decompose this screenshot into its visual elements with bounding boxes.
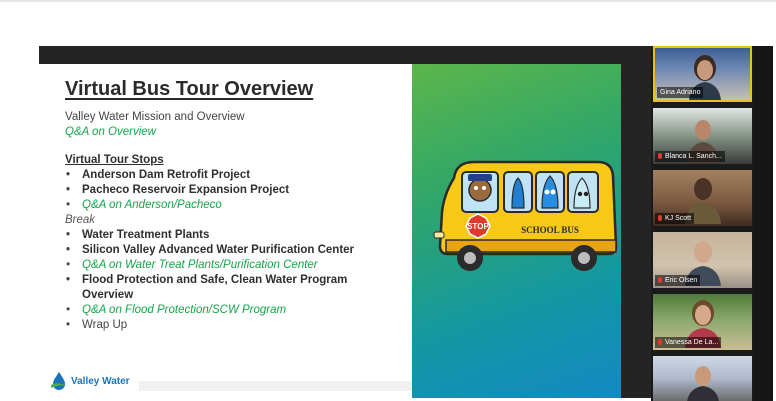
participant-name-label: Vanessa De La... <box>655 337 722 348</box>
participant-video-tile[interactable]: Gina Adriano <box>653 46 752 102</box>
participant-video-tile[interactable] <box>653 356 752 401</box>
slide-title: Virtual Bus Tour Overview <box>65 78 314 100</box>
participant-video-tile[interactable]: Blanca L. Sanch... <box>653 108 752 164</box>
participant-name-label: Eric Olsen <box>655 275 701 286</box>
agenda-list: Water Treatment Plants Silicon Valley Ad… <box>65 228 415 333</box>
list-item: Wrap Up <box>65 318 415 333</box>
agenda-stops-heading: Virtual Tour Stops <box>65 154 164 166</box>
window-top-border <box>0 0 776 2</box>
participant-gallery: Gina Adriano Blanca L. Sanch... KJ Scott… <box>651 46 773 401</box>
agenda-list: Anderson Dam Retrofit Project Pacheco Re… <box>65 168 415 213</box>
slide-illustration-panel: STOP SCHOOL BUS <box>412 64 621 398</box>
list-item: Silicon Valley Advanced Water Purificati… <box>65 243 415 258</box>
muted-mic-icon <box>658 277 662 283</box>
list-item: Water Treatment Plants <box>65 228 415 243</box>
gallery-scrollbar[interactable] <box>754 46 773 401</box>
participant-video-tile[interactable]: Eric Olsen <box>653 232 752 288</box>
participant-video-image <box>687 366 719 401</box>
stop-sign-text: STOP <box>467 222 489 231</box>
muted-mic-icon <box>658 153 662 159</box>
agenda-intro: Valley Water Mission and Overview <box>65 111 245 123</box>
participant-name: Eric Olsen <box>665 277 698 284</box>
agenda-intro-qa: Q&A on Overview <box>65 126 156 138</box>
participant-video-tile[interactable]: KJ Scott <box>653 170 752 226</box>
participant-video-tile[interactable]: Vanessa De La... <box>653 294 752 350</box>
participant-name: Gina Adriano <box>660 89 701 96</box>
presentation-slide: Virtual Bus Tour Overview Valley Water M… <box>39 64 621 398</box>
participant-name-label: Blanca L. Sanch... <box>655 151 725 162</box>
school-bus-illustration: STOP SCHOOL BUS <box>433 160 618 271</box>
list-item: Anderson Dam Retrofit Project <box>65 168 415 183</box>
participant-name: Vanessa De La... <box>665 339 719 346</box>
list-item-line: Flood Protection and Safe, Clean Water P… <box>82 274 348 286</box>
participant-name: KJ Scott <box>665 215 692 222</box>
list-item: Q&A on Water Treat Plants/Purification C… <box>65 258 415 273</box>
muted-mic-icon <box>658 215 662 221</box>
muted-mic-icon <box>658 339 662 345</box>
agenda-break: Break <box>65 214 96 226</box>
slide-agenda: Valley Water Mission and Overview Q&A on… <box>65 110 415 333</box>
list-item: Q&A on Flood Protection/SCW Program <box>65 303 415 318</box>
list-item: Pacheco Reservoir Expansion Project <box>65 183 415 198</box>
list-item: Q&A on Anderson/Pacheco <box>65 198 415 213</box>
bus-label-text: SCHOOL BUS <box>521 225 579 235</box>
water-drop-logo-icon <box>51 372 67 390</box>
logo-text: Valley Water <box>71 376 130 387</box>
slide-footer: Valley Water <box>39 369 412 395</box>
list-item: Flood Protection and Safe, Clean Water P… <box>65 273 415 303</box>
list-item-line: Overview <box>82 289 134 301</box>
participant-name-label: KJ Scott <box>655 213 695 224</box>
participant-name-label: Gina Adriano <box>657 87 704 98</box>
footer-divider <box>139 381 412 391</box>
participant-name: Blanca L. Sanch... <box>665 153 722 160</box>
